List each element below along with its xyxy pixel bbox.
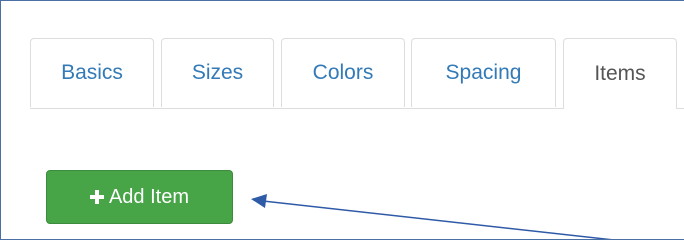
tab-label: Colors — [312, 61, 374, 84]
tab-label: Spacing — [445, 61, 522, 84]
tab-bar: Basics Sizes Colors Spacing Items — [30, 38, 684, 109]
plus-icon — [89, 190, 104, 204]
arrow-shaft — [262, 200, 612, 239]
tab-sizes[interactable]: Sizes — [161, 38, 274, 107]
tab-colors[interactable]: Colors — [281, 38, 405, 107]
tab-label: Items — [594, 62, 646, 85]
tab-label: Sizes — [191, 61, 244, 84]
screenshot-frame: Basics Sizes Colors Spacing Items Add It… — [0, 0, 684, 240]
arrow-head — [251, 194, 267, 208]
add-item-label: Add Item — [108, 185, 190, 208]
tab-label: Basics — [61, 61, 123, 84]
add-item-button[interactable]: Add Item — [46, 170, 233, 224]
tab-items[interactable]: Items — [563, 38, 677, 109]
tab-spacing[interactable]: Spacing — [411, 38, 556, 107]
tab-basics[interactable]: Basics — [30, 38, 154, 107]
